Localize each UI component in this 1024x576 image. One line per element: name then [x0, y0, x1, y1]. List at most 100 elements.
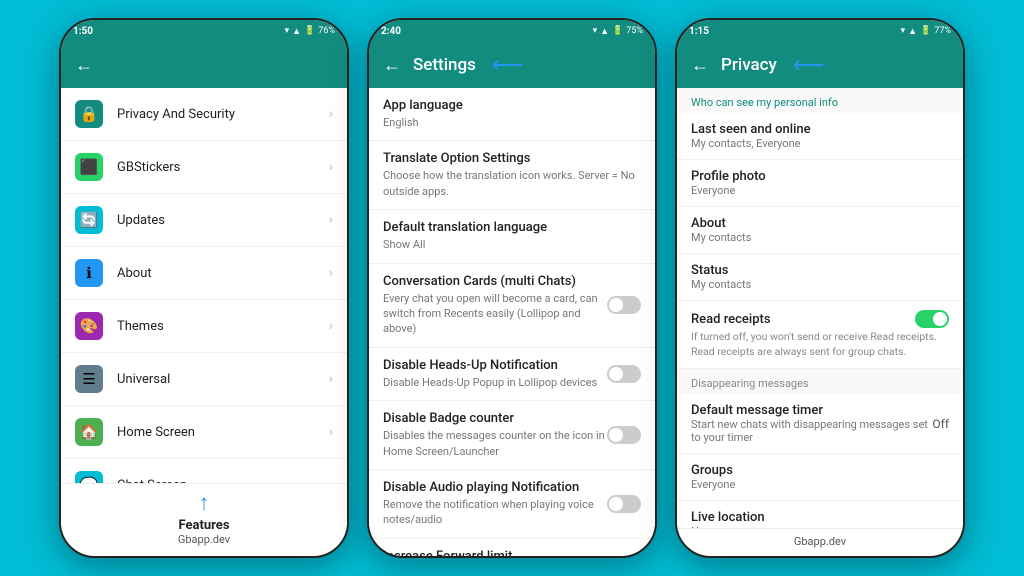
groups-sub: Everyone [691, 478, 949, 491]
signal-icon: ▲ [292, 26, 301, 37]
universal-label: Universal [117, 372, 315, 387]
back-arrow-icon[interactable]: ← [75, 55, 93, 76]
about-icon: ℹ [75, 259, 103, 287]
wifi-icon: ▾ [901, 26, 906, 36]
audio-sub: Remove the notification when playing voi… [383, 497, 607, 528]
settings-item-audio[interactable]: Disable Audio playing Notification Remov… [369, 470, 655, 539]
updates-label: Updates [117, 213, 315, 228]
phone2-status-bar: 2:40 ▾ ▲ 🔋 75% [369, 20, 655, 42]
liveloc-title: Live location [691, 510, 949, 525]
convcards-sub: Every chat you open will become a card, … [383, 291, 607, 337]
settings-item-headsup[interactable]: Disable Heads-Up Notification Disable He… [369, 348, 655, 401]
privacy-item-status[interactable]: Status My contacts [677, 254, 963, 301]
gbapp-url: Gbapp.dev [677, 535, 963, 548]
convcards-toggle[interactable] [607, 296, 641, 314]
privacy-item-lastseen[interactable]: Last seen and online My contacts, Everyo… [677, 113, 963, 160]
menu-item-gbstickers[interactable]: ⬛ GBStickers › [61, 141, 347, 194]
arrow-indicator-icon: ⟵ [793, 53, 825, 78]
receipts-title: Read receipts [691, 312, 915, 327]
phone2-time: 2:40 [381, 26, 401, 37]
about-label: About [117, 266, 315, 281]
phone2: 2:40 ▾ ▲ 🔋 75% ← Settings ⟵ App language… [367, 18, 657, 558]
menu-item-themes[interactable]: 🎨 Themes › [61, 300, 347, 353]
settings-item-translate-opt[interactable]: Translate Option Settings Choose how the… [369, 141, 655, 210]
privacy-item-liveloc[interactable]: Live location None [677, 501, 963, 528]
forward-title: Increase Forward limit [383, 549, 607, 556]
menu-item-privacy[interactable]: 🔒 Privacy And Security › [61, 88, 347, 141]
applang-sub: English [383, 115, 641, 130]
privacy-item-about[interactable]: About My contacts [677, 207, 963, 254]
privacy-item-receipts[interactable]: Read receipts If turned off, you won't s… [677, 301, 963, 369]
chevron-icon: › [329, 424, 333, 440]
gbstickers-label: GBStickers [117, 160, 315, 175]
chevron-icon: › [329, 318, 333, 334]
phone1-menu-list: 🔒 Privacy And Security › ⬛ GBStickers › … [61, 88, 347, 483]
badge-sub: Disables the messages counter on the ico… [383, 428, 607, 459]
phone3-status-bar: 1:15 ▾ ▲ 🔋 77% [677, 20, 963, 42]
settings-item-default-lang[interactable]: Default translation language Show All [369, 210, 655, 263]
settings-item-conv-cards[interactable]: Conversation Cards (multi Chats) Every c… [369, 264, 655, 348]
signal-icon: ▲ [908, 26, 917, 37]
badge-title: Disable Badge counter [383, 411, 607, 426]
receipts-desc: If turned off, you won't send or receive… [691, 330, 949, 359]
phone1-status-bar: 1:50 ▾ ▲ 🔋 76% [61, 20, 347, 42]
about-title: About [691, 216, 949, 231]
settings-item-badge[interactable]: Disable Badge counter Disables the messa… [369, 401, 655, 470]
privacy-item-timer[interactable]: Default message timer Start new chats wi… [677, 394, 963, 454]
headsup-toggle[interactable] [607, 365, 641, 383]
menu-item-homescreen[interactable]: 🏠 Home Screen › [61, 406, 347, 459]
privacy-item-photo[interactable]: Profile photo Everyone [677, 160, 963, 207]
phone2-app-bar: ← Settings ⟵ [369, 42, 655, 88]
phone3-status-icons: ▾ ▲ 🔋 77% [901, 26, 951, 37]
themes-label: Themes [117, 319, 315, 334]
settings-list: App language English Translate Option Se… [369, 88, 655, 556]
groups-title: Groups [691, 463, 949, 478]
timer-title: Default message timer [691, 403, 932, 418]
privacy-section-label: Who can see my personal info [677, 88, 963, 113]
status-sub: My contacts [691, 278, 949, 291]
back-arrow-icon[interactable]: ← [691, 55, 709, 76]
privacy-label: Privacy And Security [117, 107, 315, 122]
signal-icon: ▲ [600, 26, 609, 37]
chevron-icon: › [329, 371, 333, 387]
battery-pct: 77% [934, 26, 951, 36]
menu-item-chatscreen[interactable]: 💬 Chat Screen › [61, 459, 347, 483]
photo-title: Profile photo [691, 169, 949, 184]
privacy-title: Privacy [721, 55, 777, 75]
badge-toggle[interactable] [607, 426, 641, 444]
privacy-item-groups[interactable]: Groups Everyone [677, 454, 963, 501]
privacy-icon: 🔒 [75, 100, 103, 128]
phone3: 1:15 ▾ ▲ 🔋 77% ← Privacy ⟵ Who can see m… [675, 18, 965, 558]
phone1-time: 1:50 [73, 26, 93, 37]
defaultlang-title: Default translation language [383, 220, 641, 235]
gbstickers-icon: ⬛ [75, 153, 103, 181]
timer-value: Off [932, 417, 949, 431]
audio-title: Disable Audio playing Notification [383, 480, 607, 495]
status-title: Status [691, 263, 949, 278]
lastseen-title: Last seen and online [691, 122, 949, 137]
receipts-toggle[interactable] [915, 310, 949, 328]
features-label: Features [61, 518, 347, 533]
settings-title: Settings [413, 55, 476, 75]
footer-url: Gbapp.dev [61, 533, 347, 546]
audio-toggle[interactable] [607, 495, 641, 513]
themes-icon: 🎨 [75, 312, 103, 340]
convcards-title: Conversation Cards (multi Chats) [383, 274, 607, 289]
menu-item-about[interactable]: ℹ About › [61, 247, 347, 300]
phone3-footer: Gbapp.dev [677, 528, 963, 556]
translateopt-sub: Choose how the translation icon works. S… [383, 168, 641, 199]
headsup-sub: Disable Heads-Up Popup in Lollipop devic… [383, 375, 607, 390]
chevron-icon: › [329, 265, 333, 281]
menu-item-updates[interactable]: 🔄 Updates › [61, 194, 347, 247]
homescreen-label: Home Screen [117, 425, 315, 440]
defaultlang-sub: Show All [383, 237, 641, 252]
phone2-status-icons: ▾ ▲ 🔋 75% [593, 26, 643, 37]
chatscreen-icon: 💬 [75, 471, 103, 483]
back-arrow-icon[interactable]: ← [383, 55, 401, 76]
menu-item-universal[interactable]: ☰ Universal › [61, 353, 347, 406]
homescreen-icon: 🏠 [75, 418, 103, 446]
settings-item-applang[interactable]: App language English [369, 88, 655, 141]
headsup-title: Disable Heads-Up Notification [383, 358, 607, 373]
privacy-list: Who can see my personal info Last seen a… [677, 88, 963, 528]
settings-item-forward[interactable]: Increase Forward limit Forward messages … [369, 539, 655, 556]
